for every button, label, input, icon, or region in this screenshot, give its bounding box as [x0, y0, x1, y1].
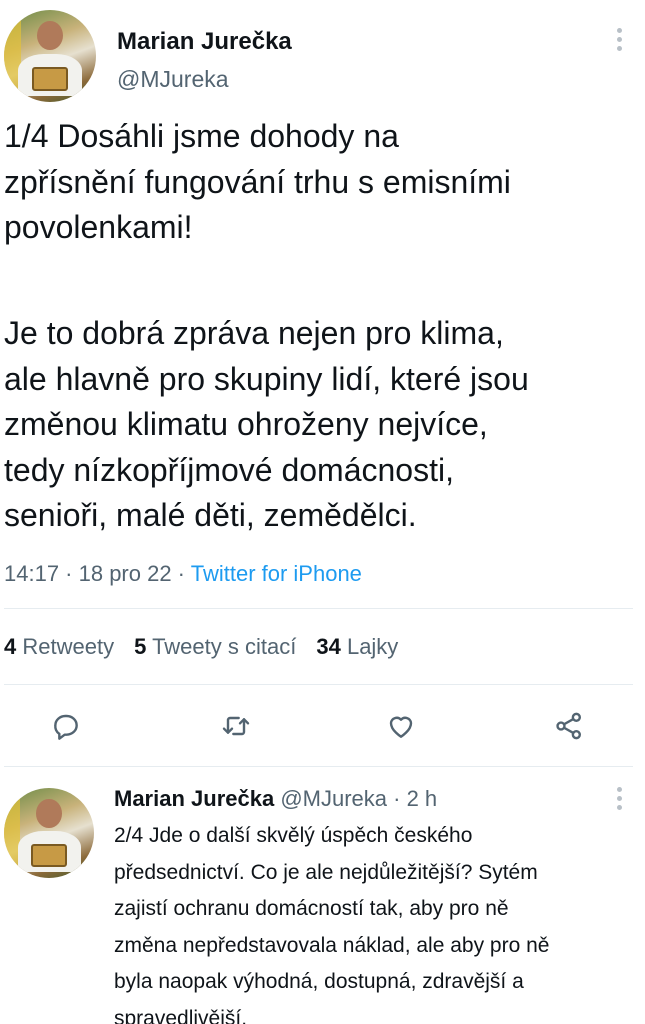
retweets-stat[interactable]: 4 Retweety — [4, 634, 114, 660]
tweet-source-link[interactable]: Twitter for iPhone — [191, 561, 362, 586]
tweet-stats: 4 Retweety 5 Tweety s citací 34 Lajky — [4, 634, 398, 660]
reply-button[interactable] — [48, 708, 84, 744]
retweets-label: Retweety — [22, 634, 115, 659]
heart-icon — [389, 716, 413, 738]
reply-more-options-icon[interactable] — [616, 787, 622, 810]
share-nodes-icon — [556, 712, 581, 740]
retweet-button[interactable] — [218, 708, 254, 744]
share-button[interactable] — [551, 708, 587, 744]
tweet-text-paragraph-2: Je to dobrá zpráva nejen pro klima, ale … — [4, 315, 529, 533]
author-name[interactable]: Marian Jurečka — [117, 28, 292, 56]
retweet-arrows-icon — [222, 716, 250, 736]
quotes-label: Tweety s citací — [152, 634, 297, 659]
reply-handle-time: @MJureka · 2 h — [280, 786, 438, 811]
quotes-count: 5 — [134, 634, 147, 659]
tweet-text-paragraph-1: 1/4 Dosáhli jsme dohody na zpřísnění fun… — [4, 118, 511, 245]
like-button[interactable] — [383, 708, 419, 744]
tweet-time: 14:17 · 18 pro 22 · — [4, 561, 191, 586]
likes-stat[interactable]: 34 Lajky — [316, 634, 398, 660]
retweets-count: 4 — [4, 634, 17, 659]
author-avatar[interactable] — [4, 10, 96, 102]
quotes-stat[interactable]: 5 Tweety s citací — [134, 634, 296, 660]
divider — [4, 766, 633, 767]
tweet-thread-screen: Marian Jurečka @MJureka 1/4 Dosáhli jsme… — [0, 0, 645, 1024]
divider — [4, 608, 633, 609]
reply-author-avatar[interactable] — [4, 788, 94, 878]
tweet-timestamp: 14:17 · 18 pro 22 · Twitter for iPhone — [4, 561, 362, 587]
reply-text: 2/4 Jde o další skvělý úspěch českého př… — [114, 824, 550, 1024]
likes-count: 34 — [316, 634, 341, 659]
more-options-icon[interactable] — [616, 28, 622, 51]
likes-label: Lajky — [346, 634, 399, 659]
reply-header: Marian Jurečka @MJureka · 2 h — [114, 786, 437, 812]
reply-author-name[interactable]: Marian Jurečka — [114, 786, 274, 811]
speech-bubble-icon — [54, 714, 78, 740]
author-handle[interactable]: @MJureka — [117, 66, 229, 93]
divider — [4, 684, 633, 685]
